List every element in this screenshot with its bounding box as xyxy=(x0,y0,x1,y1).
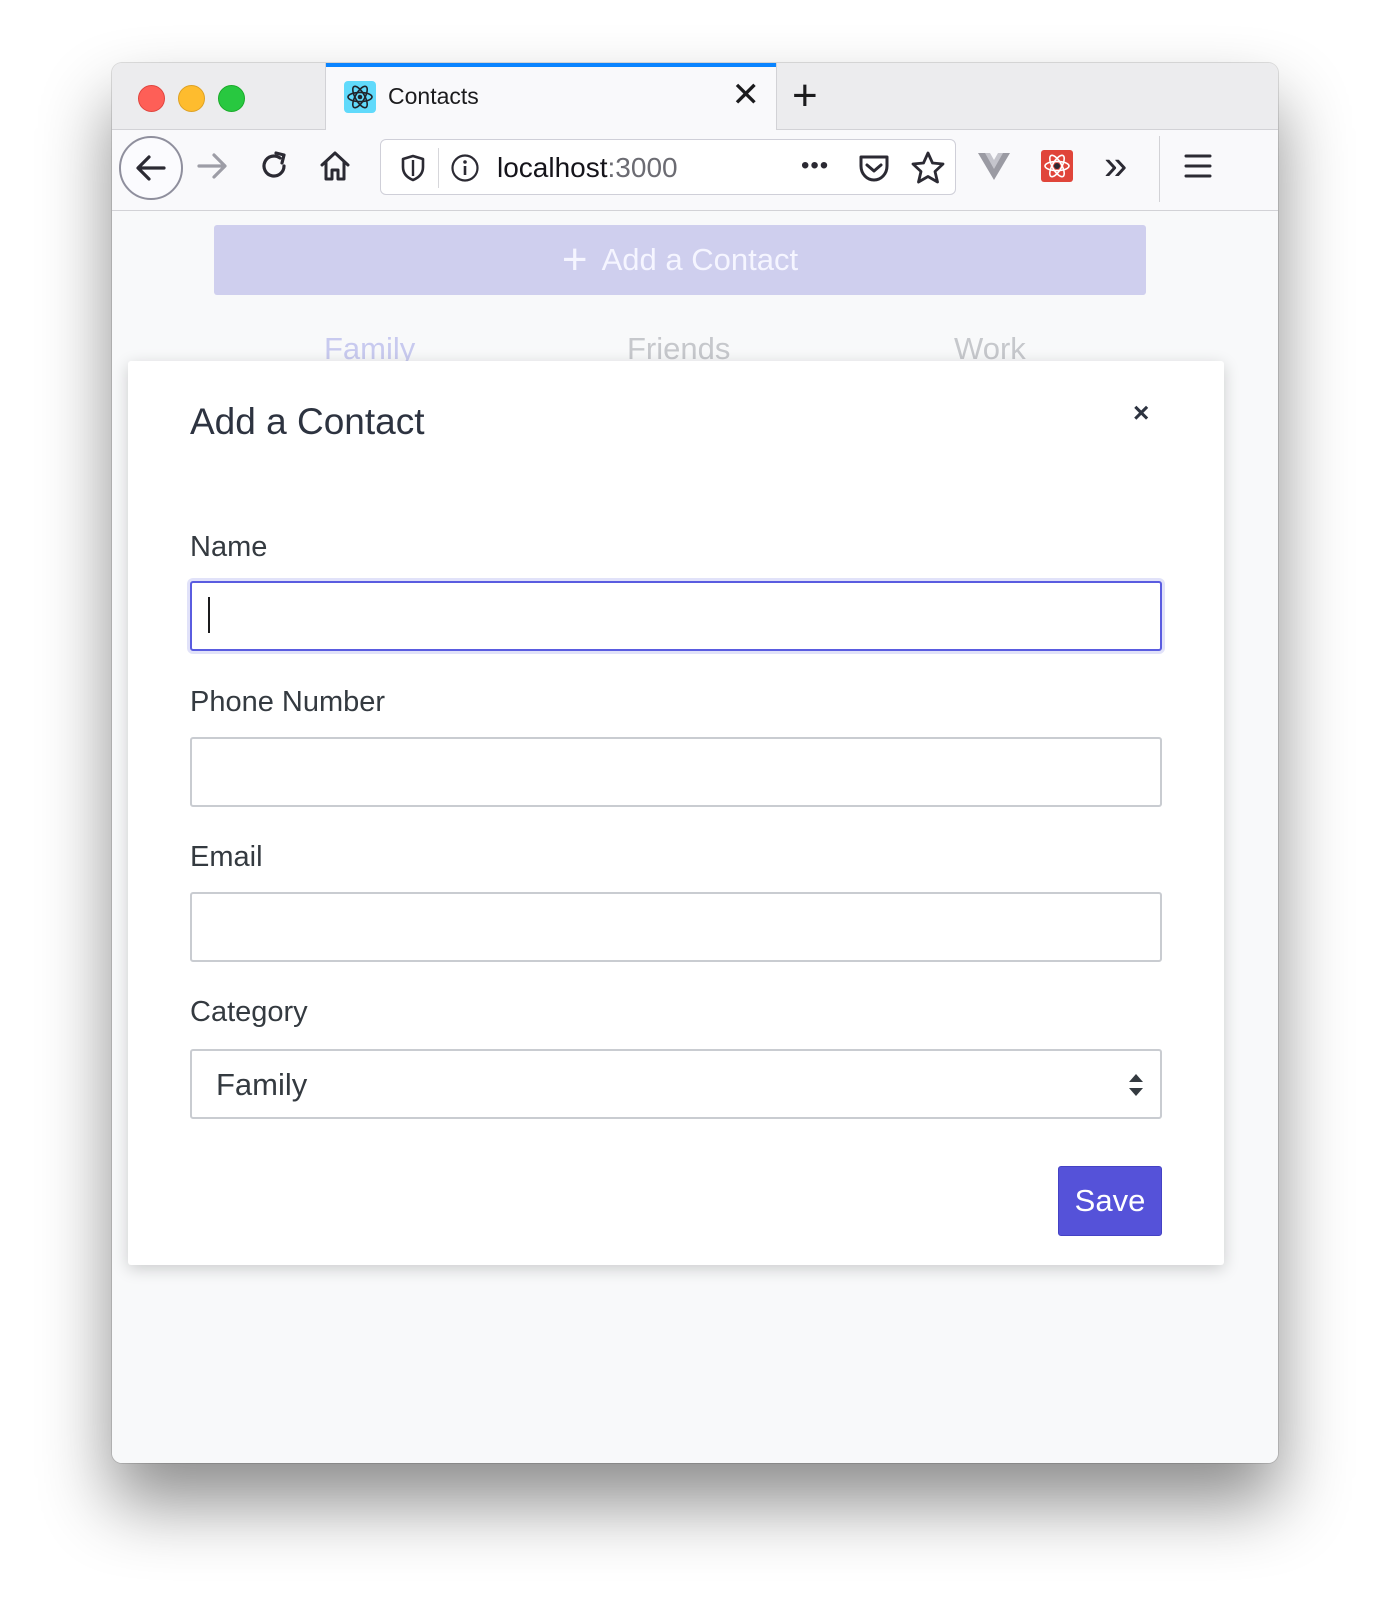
url-text[interactable]: localhost:3000 xyxy=(497,152,678,184)
modal-close-icon[interactable]: × xyxy=(1133,397,1149,429)
email-input[interactable] xyxy=(190,892,1162,962)
tab-active-indicator xyxy=(326,63,776,67)
add-contact-label: Add a Contact xyxy=(601,242,799,277)
tab-contacts[interactable]: Contacts ✕ xyxy=(325,63,777,130)
reload-button[interactable] xyxy=(254,146,294,186)
email-label: Email xyxy=(190,841,263,873)
modal-title: Add a Contact xyxy=(190,401,425,442)
tab-close-icon[interactable]: ✕ xyxy=(732,75,761,115)
star-icon[interactable] xyxy=(909,149,947,187)
category-select[interactable]: Family xyxy=(190,1049,1162,1119)
tab-title: Contacts xyxy=(388,83,479,109)
url-divider xyxy=(438,148,439,188)
save-button[interactable]: Save xyxy=(1058,1166,1162,1236)
maximize-window-button[interactable] xyxy=(218,85,245,112)
select-arrows-icon xyxy=(1129,1074,1143,1096)
tab-bar: Contacts ✕ + xyxy=(112,63,1278,130)
pocket-icon[interactable] xyxy=(855,149,893,187)
page-actions-icon[interactable]: ••• xyxy=(801,152,829,180)
phone-label: Phone Number xyxy=(190,686,386,718)
overflow-icon[interactable]: » xyxy=(1104,140,1127,190)
home-icon xyxy=(320,151,350,181)
reload-icon xyxy=(262,151,286,178)
add-contact-modal: Add a Contact × Name Phone Number Email … xyxy=(128,361,1224,1265)
forward-arrow-icon xyxy=(197,153,227,179)
home-button[interactable] xyxy=(315,146,355,186)
menu-icon[interactable] xyxy=(1178,146,1218,186)
add-contact-button[interactable]: + Add a Contact xyxy=(214,225,1146,295)
name-label: Name xyxy=(190,531,268,563)
vue-devtools-icon[interactable] xyxy=(974,146,1014,186)
toolbar-separator xyxy=(1159,136,1160,202)
navigation-toolbar: localhost:3000 ••• » xyxy=(112,130,1278,211)
browser-window: Contacts ✕ + localhost:3000 ••• » + Add … xyxy=(112,63,1278,1463)
forward-button[interactable] xyxy=(192,146,232,186)
back-arrow-icon xyxy=(136,155,166,181)
minimize-window-button[interactable] xyxy=(178,85,205,112)
page-content: + Add a Contact Family Friends Work Add … xyxy=(112,211,1278,1463)
new-tab-button[interactable]: + xyxy=(792,71,818,121)
plus-icon: + xyxy=(561,235,588,284)
text-caret xyxy=(208,597,210,633)
info-icon[interactable] xyxy=(447,150,483,186)
react-favicon-icon xyxy=(344,81,376,113)
close-window-button[interactable] xyxy=(138,85,165,112)
shield-icon[interactable] xyxy=(393,148,433,188)
name-input[interactable] xyxy=(190,581,1162,651)
back-button[interactable] xyxy=(119,136,183,200)
address-bar[interactable]: localhost:3000 ••• xyxy=(380,139,956,195)
category-select-value: Family xyxy=(216,1067,308,1102)
react-devtools-icon[interactable] xyxy=(1037,146,1077,186)
phone-input[interactable] xyxy=(190,737,1162,807)
url-host: localhost xyxy=(497,152,608,183)
category-label: Category xyxy=(190,996,308,1028)
url-port: :3000 xyxy=(607,152,678,183)
